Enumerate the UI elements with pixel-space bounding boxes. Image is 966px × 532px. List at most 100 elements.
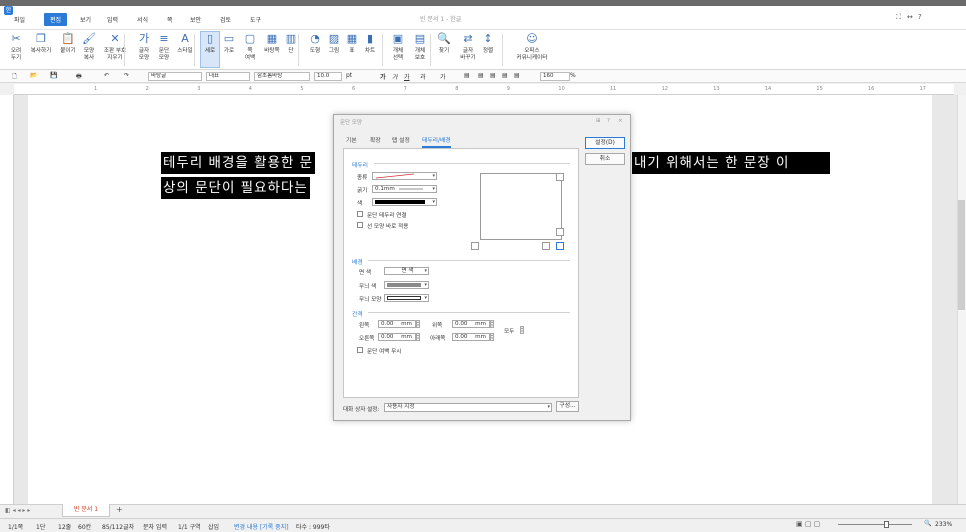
menu-tools[interactable]: 도구	[250, 15, 261, 24]
bottom-spinner[interactable]: ▴ ▾	[490, 333, 494, 341]
help-icon[interactable]: ?	[918, 13, 922, 21]
dialog-help-icon[interactable]: ?	[607, 118, 610, 124]
cut-button[interactable]: ✂ 오려 두기	[8, 32, 24, 62]
fullscreen-icon[interactable]: ⛶	[896, 13, 901, 22]
apply-line-checkbox[interactable]	[357, 222, 363, 228]
line-color-select[interactable]: ▾	[372, 198, 437, 206]
undo-icon[interactable]: ↶	[104, 72, 109, 79]
menu-page[interactable]: 쪽	[167, 15, 173, 24]
menu-edit[interactable]: 편집	[44, 13, 68, 26]
font-size-input[interactable]: 10.0	[314, 72, 342, 81]
align-distribute-icon[interactable]: ▤	[514, 72, 520, 79]
horizontal-ruler[interactable]: 1 2 3 4 5 6 7 8 9 10 11 12 13 14 15 16 17	[14, 84, 954, 95]
object-protect-button[interactable]: ▤ 개체 보호	[410, 32, 430, 62]
pattern-shape-select[interactable]: ▾	[384, 294, 429, 302]
line-type-select[interactable]: ▾	[372, 172, 437, 180]
document-text-line2[interactable]: 상의 문단이 필요하다는	[161, 177, 310, 199]
align-right-icon[interactable]: ▤	[502, 72, 508, 79]
resize-icon[interactable]: ↔	[907, 13, 913, 21]
column-button[interactable]: ▥ 단	[284, 32, 298, 55]
border-all-icon[interactable]	[556, 173, 564, 181]
italic-button[interactable]: 가	[392, 72, 398, 81]
document-text-line1-right[interactable]: 내기 위해서는 한 문장 이	[632, 152, 830, 174]
master-page-button[interactable]: ▦ 바탕쪽	[262, 32, 282, 55]
top-spinner[interactable]: ▴ ▾	[490, 320, 494, 328]
dialog-title-bar[interactable]: 문단 모양 ⊞ ? ×	[334, 115, 630, 127]
find-button[interactable]: 🔍 찾기	[436, 32, 452, 55]
menu-format[interactable]: 서식	[137, 15, 148, 24]
menu-input[interactable]: 입력	[107, 15, 118, 24]
vertical-button[interactable]: ▯ 세로	[200, 31, 220, 68]
left-spinner[interactable]: ▴ ▾	[416, 320, 420, 328]
bottom-spacing-input[interactable]: 0.00 mm	[452, 333, 490, 341]
print-icon[interactable]: 🖶	[76, 72, 82, 82]
strike-button[interactable]: 과	[420, 72, 426, 81]
zoom-icon[interactable]: 🔍	[924, 520, 931, 527]
border-preview[interactable]	[480, 173, 562, 240]
redo-icon[interactable]: ↷	[124, 72, 129, 79]
paste-button[interactable]: 📋 붙이기	[58, 32, 78, 55]
face-color-select[interactable]: 면 색 ▾	[384, 267, 429, 275]
ok-button[interactable]: 설정(D)	[585, 137, 625, 149]
top-spacing-input[interactable]: 0.00 mm	[452, 320, 490, 328]
left-spacing-input[interactable]: 0.00 mm	[378, 320, 416, 328]
tab-basic[interactable]: 기본	[346, 135, 357, 144]
copy-button[interactable]: ❐ 복사하기	[28, 32, 54, 55]
zoom-input[interactable]: 160	[540, 72, 570, 81]
bold-button[interactable]: 가	[380, 72, 386, 81]
table-button[interactable]: ▦ 표	[344, 32, 360, 55]
vertical-ruler[interactable]	[0, 95, 14, 504]
zoom-slider[interactable]	[838, 524, 912, 525]
all-spinner[interactable]: ▴ ▾	[520, 326, 524, 334]
style-button[interactable]: A 스타일	[174, 32, 196, 55]
right-spacing-input[interactable]: 0.00 mm	[378, 333, 416, 341]
para-shape-button[interactable]: ≡ 문단 모양	[156, 32, 172, 62]
new-doc-icon[interactable]: 🗋	[12, 72, 17, 82]
menu-file[interactable]: 파일	[14, 15, 25, 24]
office-communicator-button[interactable]: ☺ 오피스 커뮤니케이터	[510, 32, 554, 62]
shape-button[interactable]: ◔ 도형	[306, 32, 324, 55]
picture-button[interactable]: ▨ 그림	[326, 32, 342, 55]
scrollbar-thumb[interactable]	[958, 200, 965, 310]
align-left-icon[interactable]: ▤	[478, 72, 484, 79]
tab-nav-icon[interactable]: ◧ ◂ ◂ ▸ ▸	[5, 507, 30, 514]
zoom-slider-thumb[interactable]	[884, 521, 889, 528]
app-logo-icon[interactable]: 한	[4, 6, 13, 15]
add-tab-button[interactable]: +	[116, 505, 123, 514]
replace-button[interactable]: ⇄ 글자 바꾸기	[458, 32, 478, 62]
align-center-icon[interactable]: ▤	[490, 72, 496, 79]
menu-review[interactable]: 검토	[220, 15, 231, 24]
dialog-pin-icon[interactable]: ⊞	[596, 118, 601, 124]
dialog-setting-select[interactable]: 사용자 지정 ▾	[384, 403, 552, 412]
chart-button[interactable]: ▮ 차트	[362, 32, 378, 55]
document-tab[interactable]: 빈 문서 1	[62, 504, 110, 517]
align-justify-icon[interactable]: ▤	[464, 72, 470, 79]
style-select[interactable]: 바탕글	[148, 72, 202, 81]
pattern-color-select[interactable]: ▾	[384, 281, 429, 289]
ignore-margin-checkbox[interactable]	[357, 347, 363, 353]
view-icons[interactable]: ▣ ▢ ▢	[796, 520, 820, 528]
border-top-icon[interactable]	[556, 228, 564, 236]
border-box-icon[interactable]	[556, 242, 564, 250]
clear-codes-button[interactable]: ✕ 조판 부호 지우기	[100, 32, 130, 62]
page-margin-button[interactable]: ▢ 쪽 여백	[240, 32, 260, 62]
document-text-line1-left[interactable]: 테두리 배경을 활용한 문	[161, 152, 316, 174]
cancel-button[interactable]: 취소	[585, 153, 625, 165]
connect-border-checkbox[interactable]	[357, 211, 363, 217]
menu-security[interactable]: 보안	[190, 15, 201, 24]
char-shape-button[interactable]: 가 글자 모양	[136, 32, 152, 62]
sort-button[interactable]: ↕ 정렬	[480, 32, 496, 55]
language-select[interactable]: 대표	[206, 72, 250, 81]
open-icon[interactable]: 📂	[30, 72, 37, 79]
border-right-icon[interactable]	[542, 242, 550, 250]
format-copy-button[interactable]: 🖌 모양 복사	[80, 32, 98, 62]
tab-tab-settings[interactable]: 탭 설정	[392, 135, 410, 144]
compose-button[interactable]: 구성...	[556, 401, 579, 412]
border-left-icon[interactable]	[471, 242, 479, 250]
save-icon[interactable]: 💾	[50, 72, 57, 79]
font-select[interactable]: 함초롬바탕	[254, 72, 310, 81]
right-spinner[interactable]: ▴ ▾	[416, 333, 420, 341]
font-color-button[interactable]: 가	[440, 72, 446, 81]
menu-view[interactable]: 보기	[80, 15, 91, 24]
thickness-select[interactable]: 0.1mm ▾	[372, 185, 437, 193]
